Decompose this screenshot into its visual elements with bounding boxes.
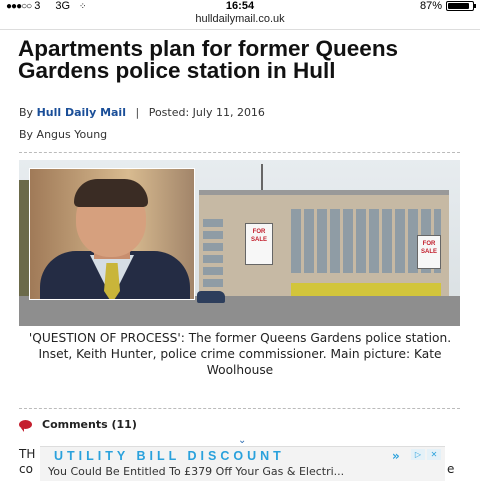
publisher-link[interactable]: Hull Daily Mail	[37, 106, 126, 119]
comments-label: Comments (11)	[42, 418, 137, 431]
divider	[19, 408, 460, 409]
article-photo[interactable]: FOR SALE FOR SALE	[19, 160, 460, 326]
address-bar[interactable]: hulldailymail.co.uk	[0, 13, 480, 29]
divider	[19, 152, 460, 153]
battery-fill	[448, 3, 469, 9]
ad-close-icon[interactable]: ✕	[427, 449, 441, 460]
posted-date: Posted: July 11, 2016	[148, 106, 265, 119]
photo-car	[197, 291, 225, 303]
inset-portrait	[29, 168, 195, 300]
byline-separator: |	[135, 106, 140, 119]
ad-info-icon[interactable]: ▷	[411, 449, 425, 460]
for-sale-sign: FOR SALE	[245, 223, 273, 265]
status-bar: ●●●○○ 3 3G ⁘ 16:54 87%	[0, 0, 480, 14]
ad-subtitle[interactable]: You Could Be Entitled To £379 Off Your G…	[48, 465, 344, 478]
body-text-line-2: co	[19, 462, 33, 476]
article-headline: Apartments plan for former Queens Garden…	[18, 36, 399, 83]
photo-building-windows-left	[203, 217, 223, 287]
chevron-down-icon[interactable]: ⌄	[238, 435, 246, 446]
photo-caption: 'QUESTION OF PROCESS': The former Queens…	[28, 331, 452, 377]
photo-road	[19, 296, 460, 326]
photo-police-station-building: FOR SALE FOR SALE	[199, 190, 449, 303]
ad-title[interactable]: UTILITY BILL DISCOUNT	[54, 449, 285, 463]
body-text-tail: e	[447, 462, 455, 476]
portrait-hair	[74, 179, 148, 207]
comment-bubble-icon	[19, 420, 32, 432]
status-right: 87%	[419, 0, 476, 12]
ad-controls: ▷ ✕	[411, 449, 441, 460]
byline-prefix: By	[19, 106, 34, 119]
advertisement-banner[interactable]: UTILITY BILL DISCOUNT » ▷ ✕ You Could Be…	[40, 446, 445, 481]
battery-percent: 87%	[419, 0, 442, 12]
author-line: By Angus Young	[19, 128, 108, 141]
battery-icon	[446, 1, 476, 11]
comments-link[interactable]: Comments (11)	[19, 418, 137, 432]
toolbar-divider	[0, 29, 480, 30]
body-text-line-1: TH	[19, 447, 36, 461]
clock: 16:54	[225, 0, 255, 12]
ad-arrow-icon[interactable]: »	[392, 449, 400, 463]
portrait-tie	[104, 263, 120, 299]
for-sale-sign-2: FOR SALE	[417, 235, 441, 269]
byline: By Hull Daily Mail | Posted: July 11, 20…	[19, 106, 265, 119]
